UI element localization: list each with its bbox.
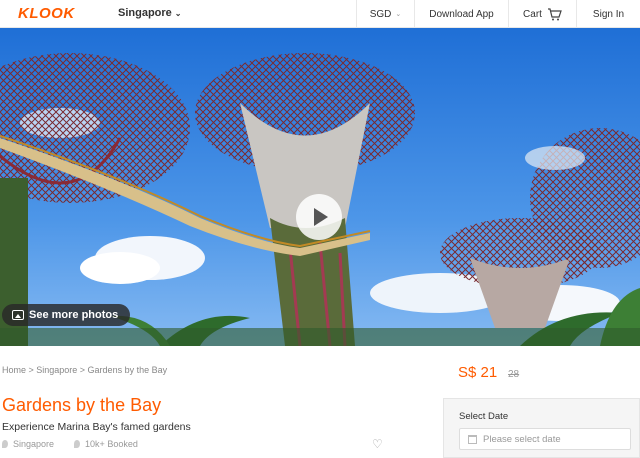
date-picker-input[interactable]: Please select date [459, 428, 631, 450]
price: S$ 21 [458, 364, 498, 381]
cart-label: Cart [523, 8, 542, 20]
image-icon [12, 310, 24, 320]
klook-logo[interactable]: KLOOK [18, 5, 75, 22]
breadcrumb[interactable]: Home > Singapore > Gardens by the Bay [2, 365, 167, 375]
cart-icon [547, 7, 562, 20]
chevron-down-icon: ⌄ [395, 11, 402, 18]
currency-label: SGD [369, 8, 392, 20]
original-price: 28 [508, 369, 520, 380]
wishlist-heart-icon[interactable]: ♡ [372, 437, 383, 451]
city-label: Singapore [118, 7, 172, 19]
activity-subtitle: Experience Marina Bay's famed gardens [2, 421, 191, 433]
city-selector[interactable]: Singapore ⌄ [118, 7, 182, 19]
play-icon [314, 208, 328, 226]
location-pin-icon [2, 440, 8, 448]
activity-title: Gardens by the Bay [2, 395, 162, 415]
select-date-label: Select Date [459, 411, 509, 422]
see-more-photos-button[interactable]: See more photos [2, 304, 131, 326]
hero-image[interactable]: See more photos [0, 28, 640, 346]
see-more-photos-label: See more photos [29, 309, 119, 321]
booking-panel: Select Date Please select date [443, 398, 640, 458]
date-placeholder: Please select date [483, 433, 561, 445]
currency-selector[interactable]: SGD ⌄ [356, 0, 414, 28]
supertree-grove-photo [0, 28, 640, 346]
chevron-down-icon: ⌄ [174, 8, 182, 18]
sign-in-link[interactable]: Sign In [576, 0, 640, 28]
download-app-link[interactable]: Download App [414, 0, 508, 28]
calendar-icon [468, 434, 477, 444]
thumbs-up-icon [74, 440, 81, 448]
cart-link[interactable]: Cart [508, 0, 576, 28]
top-nav-bar: KLOOK Singapore ⌄ SGD ⌄ Download App Car… [0, 0, 640, 28]
play-video-button[interactable] [296, 194, 342, 240]
